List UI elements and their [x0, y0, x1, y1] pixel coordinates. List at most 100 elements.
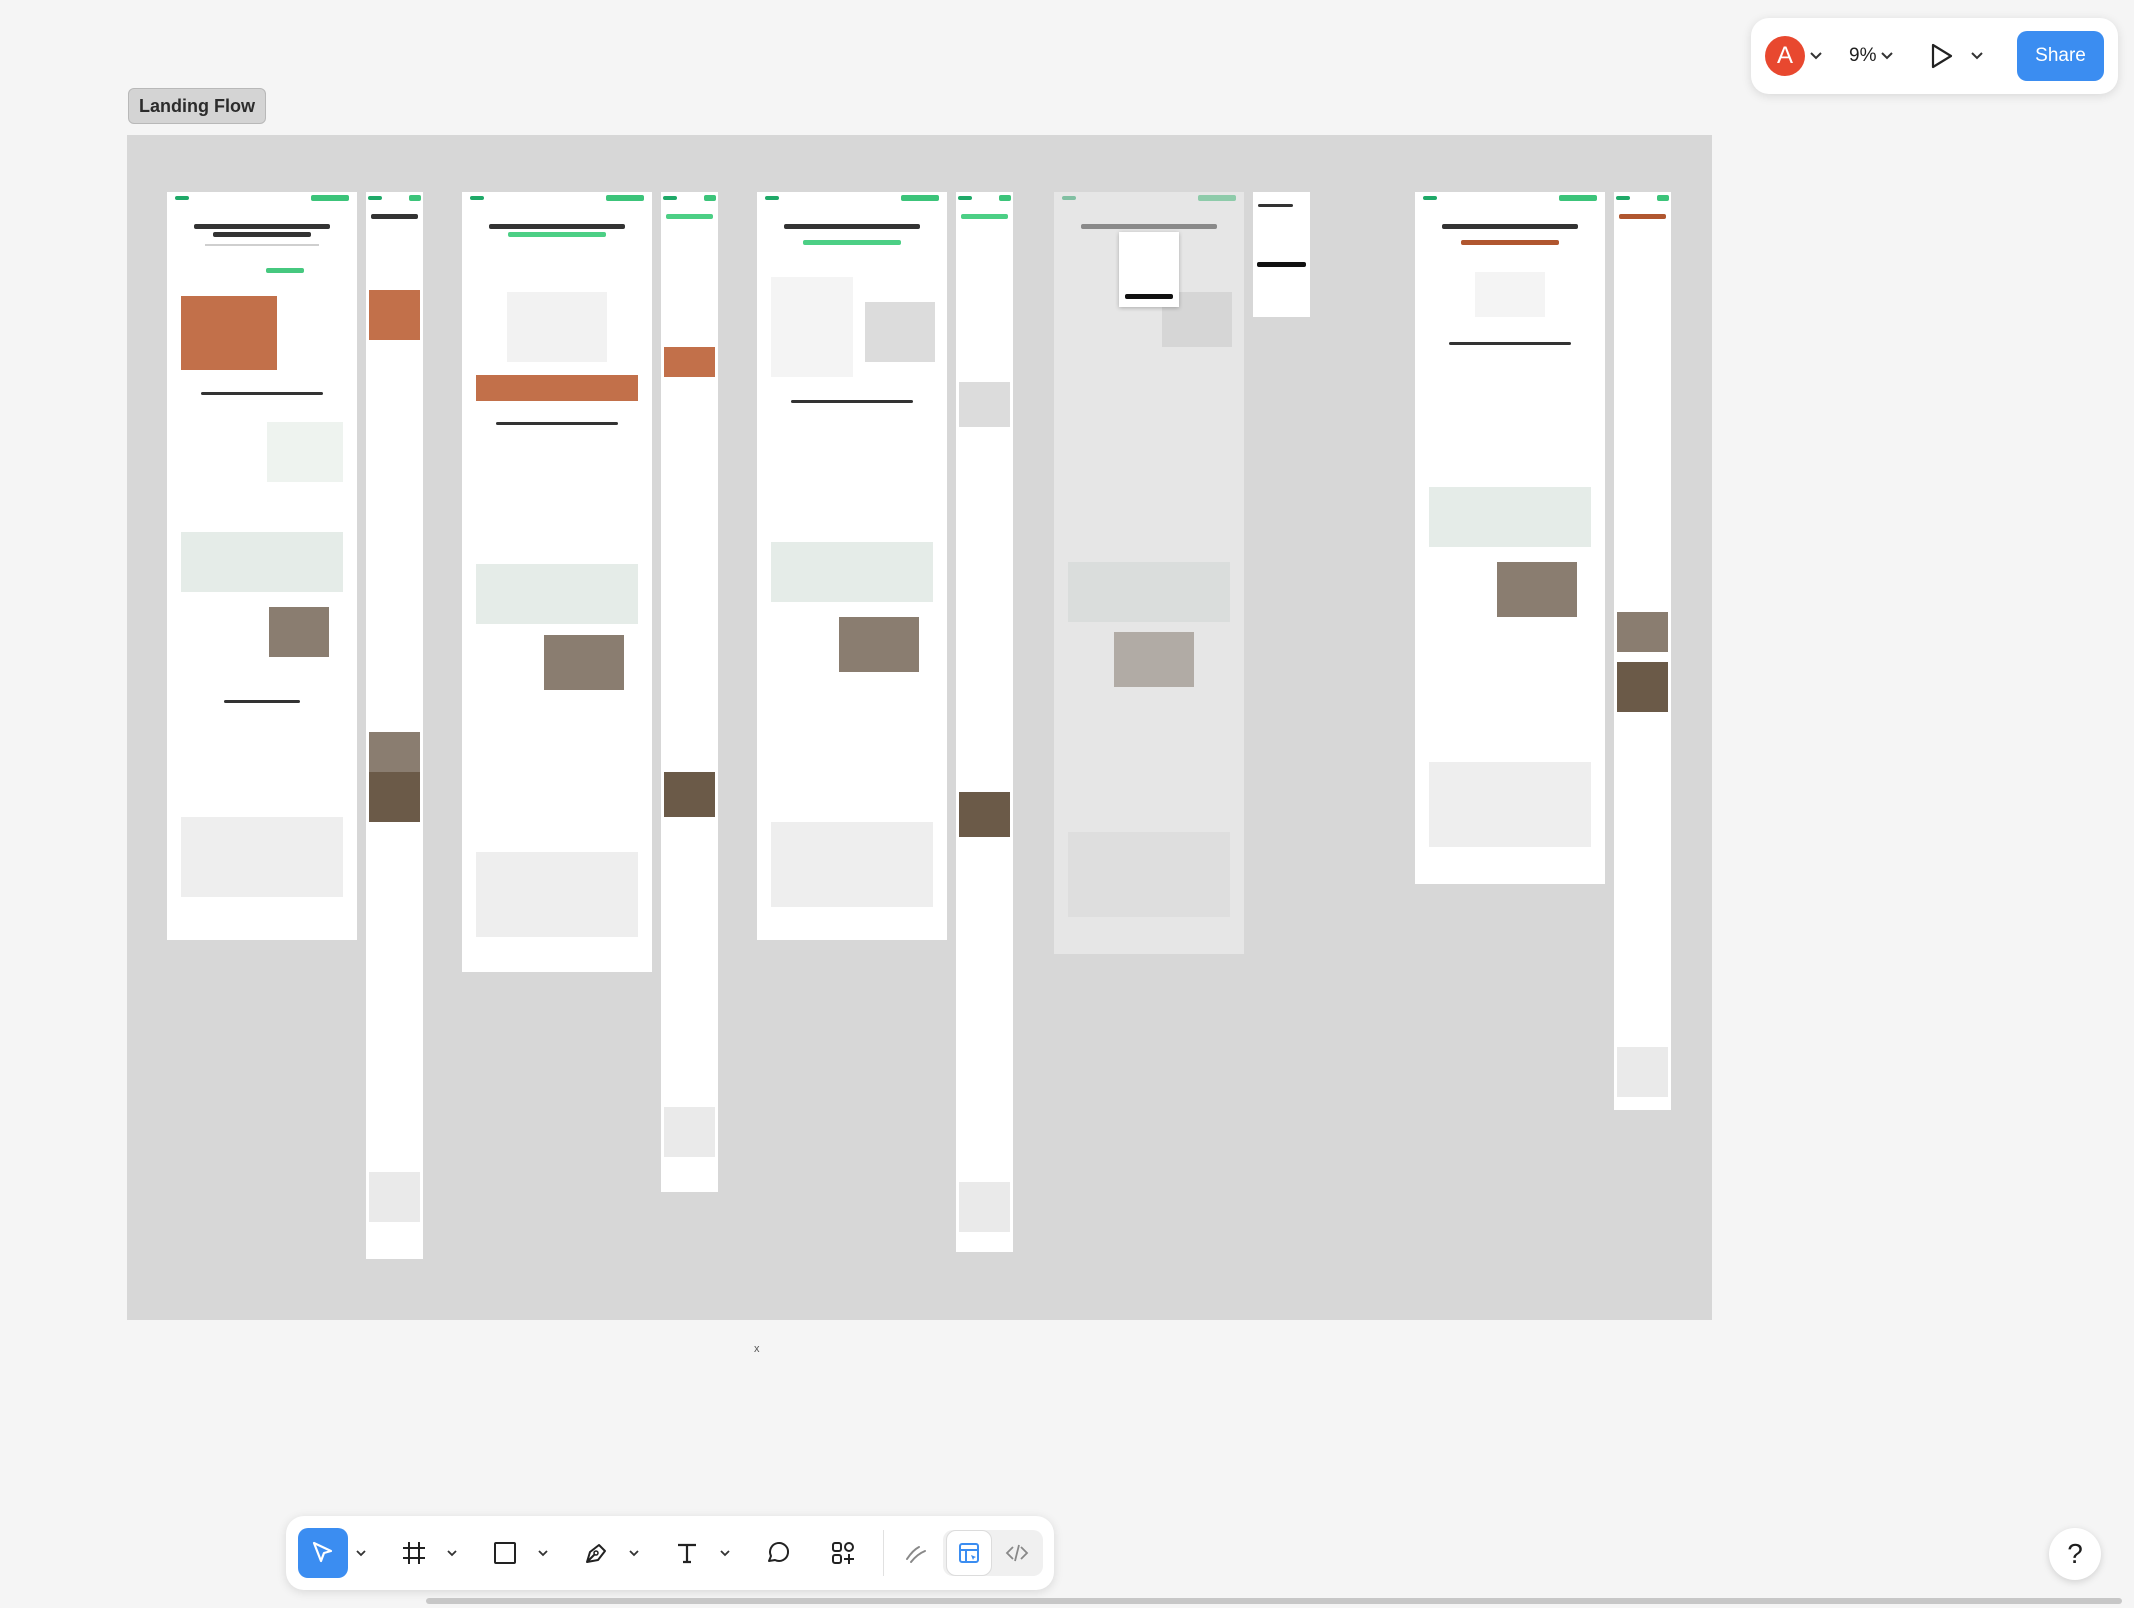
- frame-photo: [269, 607, 329, 657]
- chevron-down-icon[interactable]: [536, 1543, 550, 1563]
- frame-photo: [664, 1107, 715, 1157]
- frame-button: [265, 268, 304, 273]
- frame-heading: [1449, 342, 1571, 345]
- pen-tool[interactable]: [571, 1528, 621, 1578]
- section-label[interactable]: Landing Flow: [128, 88, 266, 124]
- frame-nav: [663, 195, 716, 201]
- frame-logo-strip: [476, 375, 638, 401]
- present-play-icon[interactable]: [1926, 41, 1956, 71]
- horizontal-scrollbar[interactable]: [426, 1598, 2122, 1604]
- frame-heading: [1257, 204, 1293, 207]
- frame-mobile-ad-ready[interactable]: [956, 192, 1013, 1252]
- frame-heading: [488, 224, 626, 229]
- code-icon: [1005, 1544, 1029, 1562]
- comment-tool[interactable]: [753, 1528, 803, 1578]
- frame-hero-banner: [771, 542, 933, 602]
- text-icon: [678, 1543, 696, 1564]
- actions-tool[interactable]: [818, 1528, 868, 1578]
- frame-heading: [665, 214, 714, 219]
- frame-desktop-ad-ready[interactable]: [757, 192, 947, 940]
- frame-mobile-error[interactable]: [1614, 192, 1671, 1110]
- stray-mark: x: [754, 1343, 760, 1355]
- chevron-down-icon[interactable]: [445, 1543, 459, 1563]
- frame-form: [507, 292, 607, 362]
- frame-nav: [1422, 195, 1598, 201]
- frame-nav: [469, 195, 645, 201]
- frame-heading: [802, 240, 902, 245]
- rectangle-tool[interactable]: [480, 1528, 530, 1578]
- chevron-down-icon[interactable]: [1966, 45, 1988, 67]
- frame-mobile-landing[interactable]: [366, 192, 423, 1259]
- frame-nav: [368, 195, 421, 201]
- frame-heading: [960, 214, 1009, 219]
- landing-flow-section[interactable]: [127, 135, 1712, 1320]
- frame-panel: [267, 422, 343, 482]
- bottom-toolbar: [286, 1516, 1054, 1590]
- frame-photo: [369, 1172, 420, 1222]
- frame-nav: [764, 195, 940, 201]
- text-tool[interactable]: [662, 1528, 712, 1578]
- frame-hero-banner: [1429, 487, 1591, 547]
- top-toolbar: A 9% Share: [1751, 18, 2118, 94]
- frame-mobile-sign-in[interactable]: [1253, 192, 1310, 317]
- frame-heading: [370, 214, 419, 219]
- share-button[interactable]: Share: [2017, 31, 2104, 81]
- frame-hero-banner: [476, 564, 638, 624]
- frame-nav: [1616, 195, 1669, 201]
- frame-photo: [1497, 562, 1577, 617]
- design-mode-button[interactable]: [946, 1530, 992, 1576]
- frame-mobile-get-ready[interactable]: [661, 192, 718, 1192]
- frame-footer-banner: [1429, 762, 1591, 847]
- frame-footer-banner: [771, 822, 933, 907]
- frame-image-grid: [369, 290, 420, 340]
- frame-heading: [791, 400, 913, 403]
- frame-photo: [959, 792, 1010, 837]
- frame-nav: [174, 195, 350, 201]
- chevron-down-icon[interactable]: [1805, 45, 1827, 67]
- frame-heading: [224, 700, 300, 703]
- frame-heading: [201, 392, 323, 395]
- zoom-level: 9%: [1849, 45, 1877, 66]
- chevron-down-icon[interactable]: [718, 1543, 732, 1563]
- frame-photo: [839, 617, 919, 672]
- frame-desktop-get-ready[interactable]: [462, 192, 652, 972]
- frame-photo: [664, 772, 715, 817]
- frame-ad-card: [771, 277, 853, 377]
- help-button[interactable]: ?: [2049, 1528, 2101, 1580]
- frame-tool[interactable]: [389, 1528, 439, 1578]
- frame-map: [865, 302, 935, 362]
- chevron-down-icon[interactable]: [354, 1543, 368, 1563]
- code-mode-button[interactable]: [994, 1530, 1040, 1576]
- chevron-down-icon[interactable]: [627, 1543, 641, 1563]
- frame-photo: [1617, 612, 1668, 652]
- user-avatar[interactable]: A: [1765, 36, 1805, 76]
- frame-heading: [1441, 224, 1579, 229]
- frame-map: [959, 382, 1010, 427]
- frame-hero-banner: [181, 532, 343, 592]
- chevron-down-icon: [1876, 45, 1898, 67]
- frame-photo: [369, 732, 420, 772]
- design-mode-icon: [959, 1543, 979, 1563]
- frame-heading: [507, 232, 607, 237]
- frame-ad-card: [1475, 272, 1545, 317]
- cursor-icon: [312, 1541, 333, 1563]
- frame-heading: [193, 224, 331, 229]
- frame-footer-banner: [476, 852, 638, 937]
- frame-desktop-sign-in[interactable]: [1054, 192, 1244, 954]
- frame-photo: [959, 1182, 1010, 1232]
- frame-heading: [212, 232, 312, 237]
- pen-icon: [586, 1544, 606, 1563]
- zoom-control[interactable]: 9%: [1849, 45, 1898, 67]
- draw-tool[interactable]: [891, 1528, 941, 1578]
- comment-icon: [768, 1542, 789, 1562]
- frame-photo: [1617, 1047, 1668, 1097]
- frame-heading: [1618, 214, 1667, 219]
- frame-photo: [369, 772, 420, 822]
- frame-heading: [783, 224, 921, 229]
- move-tool[interactable]: [298, 1528, 348, 1578]
- frame-desktop-landing[interactable]: [167, 192, 357, 940]
- hash-frame-icon: [403, 1542, 425, 1564]
- frame-desktop-error[interactable]: [1415, 192, 1605, 884]
- draw-icon: [906, 1546, 926, 1563]
- frame-footer-banner: [181, 817, 343, 897]
